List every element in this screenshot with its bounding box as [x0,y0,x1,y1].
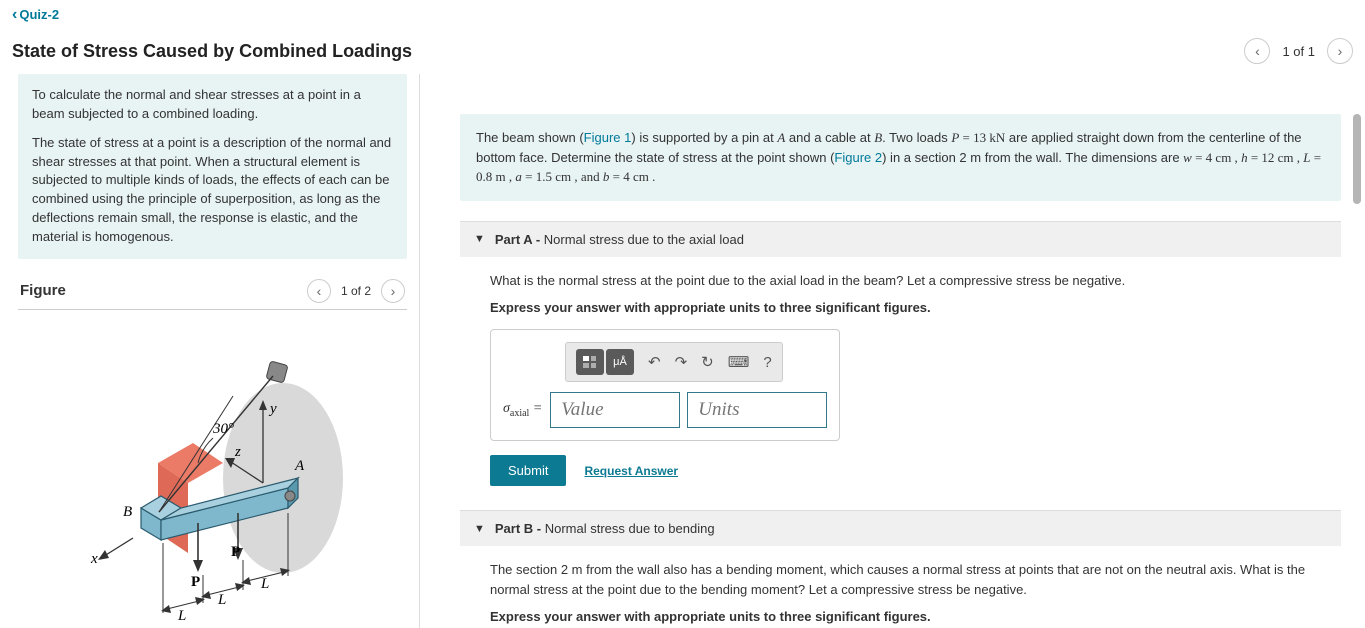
units-tool-button[interactable]: μÅ [606,349,634,375]
page-counter: 1 of 1 [1278,44,1319,59]
figure-counter: 1 of 2 [337,284,375,298]
part-a-label: Part A - [495,232,540,247]
problem-statement: The beam shown (Figure 1) is supported b… [460,114,1341,201]
part-a-desc: Normal stress due to the axial load [540,232,744,247]
reset-icon[interactable]: ↻ [701,353,714,371]
figure1-link[interactable]: Figure 1 [584,130,632,145]
answer-toolbar: μÅ ↶ ↷ ↻ ⌨ ? [565,342,783,382]
page-nav: ‹ 1 of 1 › [1244,38,1353,64]
figure2-link[interactable]: Figure 2 [834,150,882,165]
part-b-label: Part B - [495,521,541,536]
help-icon[interactable]: ? [763,354,771,371]
part-a-body: What is the normal stress at the point d… [460,271,1341,511]
sigma-label: σaxial = [503,401,542,419]
learning-p1: To calculate the normal and shear stress… [32,86,393,124]
value-input[interactable] [550,392,680,428]
units-input[interactable] [687,392,827,428]
part-b-body: The section 2 m from the wall also has a… [460,560,1341,628]
svg-text:30°: 30° [212,421,234,437]
part-b-instruction: Express your answer with appropriate uni… [490,609,1311,624]
part-a-question: What is the normal stress at the point d… [490,271,1311,291]
figure-title: Figure [20,282,66,299]
part-b-header[interactable]: ▼ Part B - Normal stress due to bending [460,510,1341,546]
learning-goal-box: To calculate the normal and shear stress… [18,74,407,259]
learning-p2: The state of stress at a point is a desc… [32,134,393,247]
figure-prev-button[interactable]: ‹ [307,279,331,303]
part-b-desc: Normal stress due to bending [541,521,714,536]
figure-next-button[interactable]: › [381,279,405,303]
next-page-button[interactable]: › [1327,38,1353,64]
figure-image: 30° y z x A B P P [18,318,407,628]
undo-icon[interactable]: ↶ [648,353,661,371]
svg-text:L: L [260,576,269,592]
svg-text:L: L [217,592,226,608]
svg-text:A: A [294,458,305,474]
part-b-question: The section 2 m from the wall also has a… [490,560,1311,599]
keyboard-icon[interactable]: ⌨ [728,353,750,371]
svg-text:y: y [268,401,277,417]
figure-nav: ‹ 1 of 2 › [307,279,405,303]
answer-frame: μÅ ↶ ↷ ↻ ⌨ ? σaxial = [490,329,840,441]
svg-text:z: z [234,444,241,460]
collapse-icon: ▼ [474,233,485,245]
svg-text:P: P [191,574,200,590]
collapse-icon: ▼ [474,523,485,535]
scrollbar-thumb[interactable] [1353,114,1361,204]
submit-button[interactable]: Submit [490,455,566,486]
svg-text:x: x [90,551,98,567]
redo-icon[interactable]: ↷ [675,353,688,371]
part-a-header[interactable]: ▼ Part A - Normal stress due to the axia… [460,221,1341,257]
figure-divider [18,309,407,310]
svg-text:P: P [231,544,240,560]
part-a-instruction: Express your answer with appropriate uni… [490,300,1311,315]
page-title: State of Stress Caused by Combined Loadi… [12,41,412,62]
back-link[interactable]: Quiz-2 [12,7,59,22]
svg-text:L: L [177,608,186,624]
svg-text:B: B [123,504,132,520]
request-answer-link[interactable]: Request Answer [584,464,678,478]
prev-page-button[interactable]: ‹ [1244,38,1270,64]
template-tool-icon[interactable] [576,349,604,375]
